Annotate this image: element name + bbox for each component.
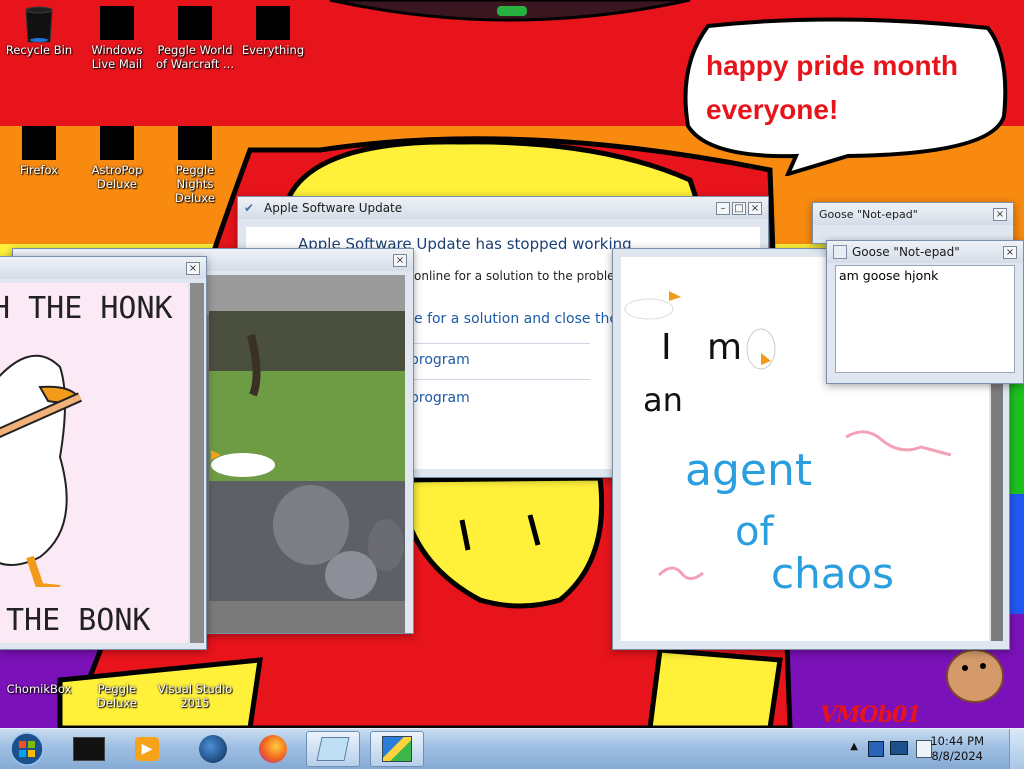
window-edge (190, 283, 204, 643)
mail-icon (100, 6, 134, 40)
desktop-icon-astropop-deluxe[interactable]: AstroPop Deluxe (78, 126, 156, 191)
search-magnifier-icon (256, 6, 290, 40)
globe-icon (199, 735, 227, 763)
desktop-icon-label: ChomikBox (6, 682, 72, 696)
error-body: online for a solution to the problem. (414, 269, 631, 283)
desktop-icon-recycle-bin[interactable]: Recycle Bin (0, 6, 78, 57)
apple-update-icon: ✔ (244, 201, 255, 215)
taskbar-item-notepad[interactable] (306, 731, 360, 767)
desktop-icon-visual-studio-2015[interactable]: Visual Studio 2015 (156, 648, 234, 710)
taskbar-item-media[interactable]: ▶ (120, 731, 174, 767)
desktop-icon-label: AstroPop Deluxe (91, 163, 143, 191)
desktop-icon-peggle-deluxe[interactable]: Peggle Deluxe (78, 648, 156, 710)
speech-bubble: happy pride month everyone! (678, 16, 1010, 176)
honk-poster: H THE HONK THE BONK (0, 283, 188, 643)
peggle-nights-icon (178, 126, 212, 160)
tray-monitor-icon[interactable] (890, 741, 908, 755)
desktop-icon-label: Visual Studio 2015 (157, 682, 233, 710)
desktop-icon-label: Firefox (19, 163, 59, 177)
goose-notepad-back-window[interactable]: Goose "Not-epad" × (812, 202, 1014, 244)
clock-date: 8/8/2024 (931, 749, 983, 763)
desktop-icon-everything[interactable]: Everything (234, 6, 312, 57)
window-titlebar[interactable]: × (0, 257, 206, 279)
desktop-icon-windows-live-mail[interactable]: Windows Live Mail (78, 6, 156, 71)
desktop-icon-label: Peggle World of Warcraft ... (156, 43, 234, 71)
system-clock[interactable]: 10:44 PM 8/8/2024 (930, 734, 984, 764)
recycle-bin-icon (22, 6, 56, 43)
clock-time: 10:44 PM (930, 734, 984, 748)
media-player-icon: ▶ (135, 737, 159, 761)
handwritten-of: of (735, 509, 774, 555)
poster-bottom-text: THE BONK (6, 603, 151, 638)
honk-poster-window[interactable]: × H THE HONK THE BONK (0, 256, 207, 650)
window-title: Apple Software Update (264, 201, 403, 215)
window-titlebar[interactable]: Goose "Not-epad" × (827, 241, 1023, 263)
peggle-icon (178, 6, 212, 40)
desktop-icon-label: Windows Live Mail (91, 43, 143, 71)
handwritten-i: I (661, 327, 672, 368)
notepad-text-area[interactable]: am goose hjonk (836, 266, 1014, 285)
taskbar-item-paint[interactable] (370, 731, 424, 767)
goose-notepad-window[interactable]: Goose "Not-epad" × am goose hjonk (826, 240, 1024, 384)
option-debug-program[interactable]: program (410, 379, 590, 413)
goose-illustration (0, 354, 83, 587)
tray-show-hidden-icon[interactable]: ▲ (850, 741, 858, 752)
desktop-icon-label: Everything (241, 43, 305, 57)
option-check-online[interactable]: e for a solution and close the (414, 311, 618, 327)
desktop-icon-peggle-nights-deluxe[interactable]: Peggle Nights Deluxe (156, 126, 234, 205)
taskbar-item-globe[interactable] (186, 731, 240, 767)
handwritten-m: m (707, 327, 743, 368)
astropop-icon (100, 126, 134, 160)
terminal-icon (73, 737, 105, 761)
desktop-icon-firefox[interactable]: Firefox (0, 126, 78, 177)
window-titlebar[interactable]: Goose "Not-epad" × (813, 203, 1013, 225)
handwritten-an: an (643, 381, 683, 419)
firefox-icon (259, 735, 287, 763)
taskbar: ▶ ▲ 10:44 PM 8/8/2024 (0, 728, 1024, 769)
watermark-text: VMOb01 (820, 702, 922, 728)
close-button[interactable]: × (1003, 245, 1017, 259)
close-button[interactable]: × (186, 261, 200, 275)
windows-orb-icon (10, 732, 44, 766)
bubble-line-1: happy pride month (706, 50, 958, 81)
desktop-icon-chomikbox[interactable]: ChomikBox (0, 648, 78, 696)
show-desktop-button[interactable] (1009, 729, 1024, 769)
tray-network-icon[interactable] (868, 741, 884, 757)
start-button[interactable] (4, 731, 50, 767)
minimize-button[interactable]: – (716, 201, 730, 215)
close-button[interactable]: × (993, 207, 1007, 221)
maximize-button[interactable]: □ (732, 201, 746, 215)
bubble-line-2: everyone! (706, 94, 839, 125)
notepad-icon (316, 737, 350, 761)
taskbar-item-cmd[interactable] (62, 731, 116, 767)
desktop-icon-label: Peggle Nights Deluxe (175, 163, 215, 205)
handwritten-agent: agent (685, 445, 813, 496)
notepad-icon (833, 245, 847, 259)
window-titlebar[interactable]: ✔ Apple Software Update – □ × (238, 197, 768, 219)
poster-top-text: H THE HONK (0, 291, 173, 326)
desktop-icon-peggle-world-of-warcraft[interactable]: Peggle World of Warcraft ... (156, 6, 234, 71)
handwritten-chaos: chaos (771, 549, 895, 598)
taskbar-item-firefox[interactable] (246, 731, 300, 767)
window-title: Goose "Not-epad" (852, 245, 960, 259)
paint-icon (382, 736, 412, 762)
window-title: Goose "Not-epad" (819, 207, 918, 221)
close-button[interactable]: × (748, 201, 762, 215)
close-button[interactable]: × (393, 253, 407, 267)
firefox-icon (22, 126, 56, 160)
option-close-program[interactable]: program (410, 343, 590, 375)
desktop-icon-label: Peggle Deluxe (97, 682, 137, 710)
